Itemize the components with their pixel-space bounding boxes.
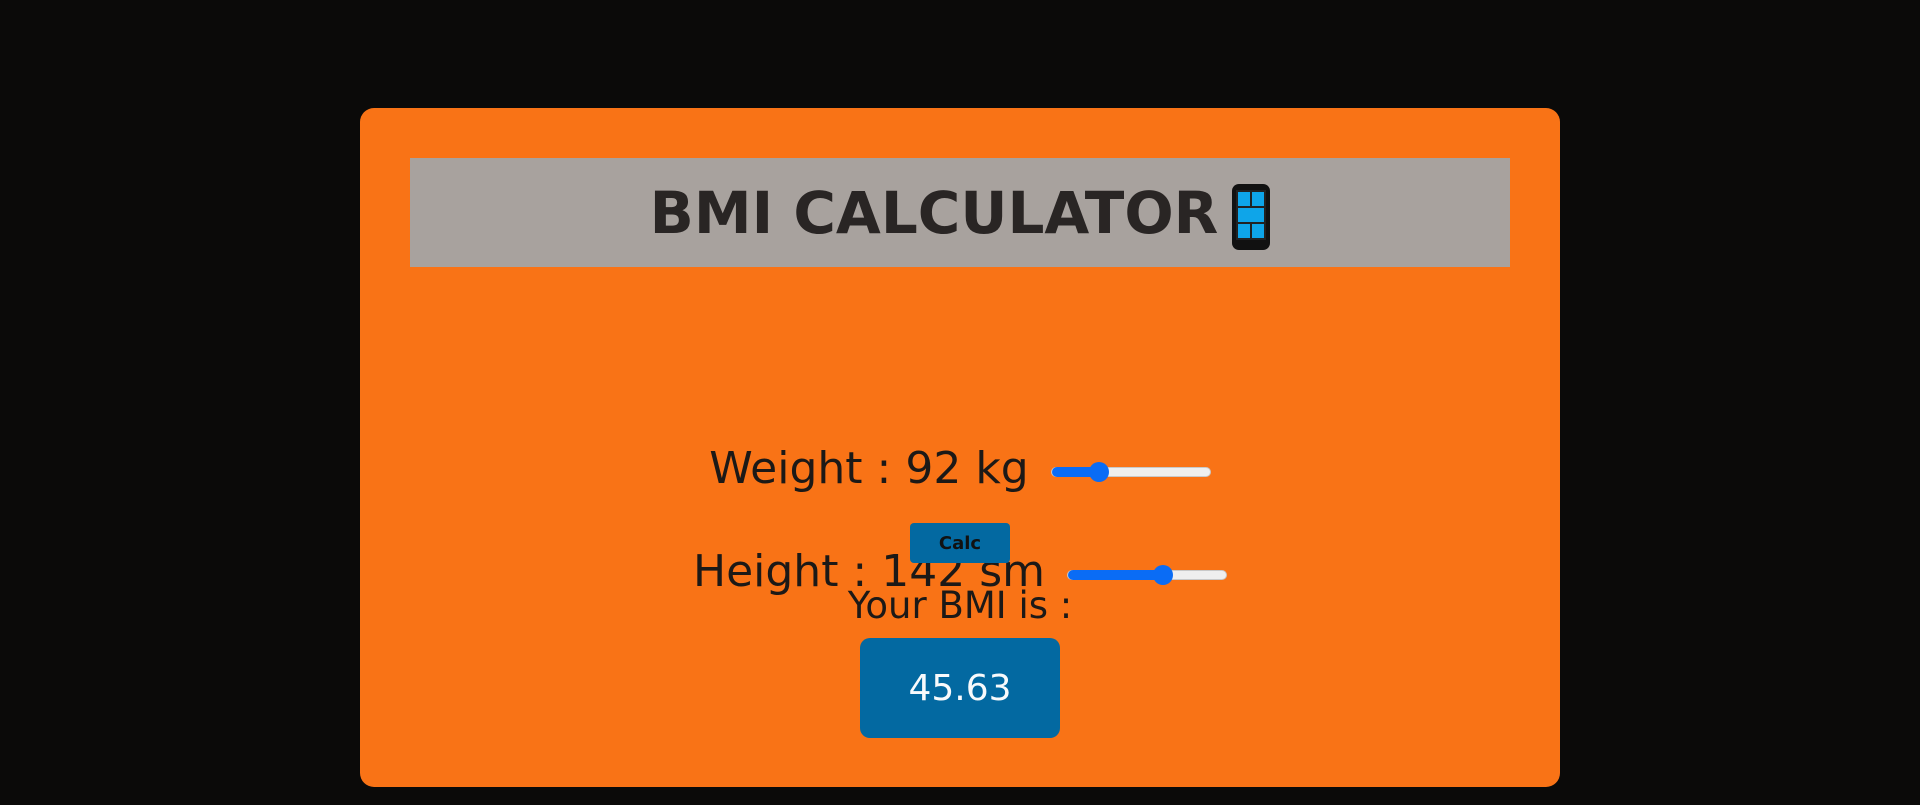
weight-slider[interactable] xyxy=(1050,461,1211,482)
bmi-result-value: 45.63 xyxy=(860,638,1060,738)
weight-row: Weight : 92 kg xyxy=(360,443,1560,494)
header-bar: BMI CALCULATOR xyxy=(410,158,1510,267)
page-title: BMI CALCULATOR xyxy=(649,178,1219,247)
height-slider-thumb[interactable] xyxy=(1153,564,1173,585)
height-slider-fill xyxy=(1068,569,1163,580)
calc-button[interactable]: Calc xyxy=(910,523,1010,563)
weight-label: Weight : 92 kg xyxy=(709,443,1029,494)
result-label: Your BMI is : xyxy=(847,584,1073,627)
bmi-card: BMI CALCULATOR Weight : 92 kg Height : 1… xyxy=(360,108,1560,787)
mobile-phone-icon xyxy=(1232,183,1271,250)
weight-slider-thumb[interactable] xyxy=(1088,461,1109,482)
height-slider[interactable] xyxy=(1067,564,1227,585)
